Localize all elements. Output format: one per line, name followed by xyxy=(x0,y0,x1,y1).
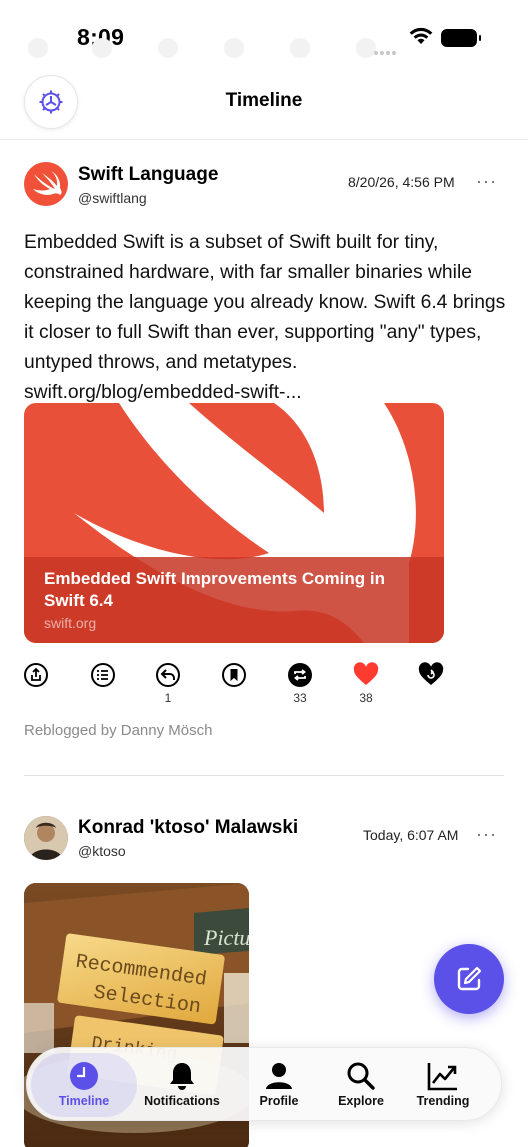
divider xyxy=(24,775,504,776)
favorite-count: 38 xyxy=(359,691,373,705)
page-title: Timeline xyxy=(225,90,303,111)
compose-button[interactable] xyxy=(434,944,504,1014)
tab-label: Timeline xyxy=(58,1094,110,1108)
navigation-bar: Timeline xyxy=(0,72,528,140)
post-date: Today, 6:07 AM xyxy=(363,827,459,843)
post-author[interactable]: Swift Language xyxy=(78,164,218,186)
wifi-icon xyxy=(409,27,433,44)
more-options-button[interactable]: ··· xyxy=(476,824,497,845)
link-preview-card[interactable]: Embedded Swift Improvements Coming in Sw… xyxy=(24,403,444,643)
boost-icon xyxy=(288,663,312,687)
person-icon xyxy=(266,1063,292,1089)
heart-icon xyxy=(353,662,379,685)
tab-notifications[interactable]: Notifications xyxy=(139,1053,225,1117)
tab-label: Trending xyxy=(416,1094,470,1108)
chart-trending-icon xyxy=(427,1063,457,1091)
bookmark-icon xyxy=(222,663,246,687)
more-options-button[interactable]: ··· xyxy=(476,171,497,192)
background-blur-dot xyxy=(290,38,310,58)
card-caption: Embedded Swift Improvements Coming in Sw… xyxy=(24,557,444,643)
background-blur-dot xyxy=(224,38,244,58)
background-blur-dot xyxy=(28,38,48,58)
bookmark-button[interactable] xyxy=(219,662,249,688)
background-blur-dot xyxy=(92,38,112,58)
status-bar: 8:09 xyxy=(0,0,528,70)
share-icon xyxy=(24,663,48,687)
bell-icon xyxy=(170,1063,194,1090)
photo-text-pictu: Pictu xyxy=(203,925,249,950)
battery-icon xyxy=(441,29,481,47)
share-button[interactable] xyxy=(21,662,51,688)
tab-trending[interactable]: Trending xyxy=(403,1053,483,1117)
post-handle[interactable]: @ktoso xyxy=(78,843,126,859)
tab-label: Profile xyxy=(259,1094,299,1108)
boost-button[interactable]: 33 xyxy=(285,662,315,705)
swift-logo-icon xyxy=(33,171,62,195)
reblogged-by[interactable]: Reblogged by Danny Mösch xyxy=(24,722,212,739)
list-button[interactable] xyxy=(88,662,118,688)
card-domain: swift.org xyxy=(44,615,97,631)
post-author[interactable]: Konrad 'ktoso' Malawski xyxy=(78,817,298,839)
boost-count: 33 xyxy=(293,691,307,705)
tab-explore[interactable]: Explore xyxy=(323,1053,399,1117)
reply-icon xyxy=(156,663,180,687)
post-actions: 1 33 38 xyxy=(0,662,528,706)
tab-label: Explore xyxy=(338,1094,384,1108)
post-text: Embedded Swift is a subset of Swift buil… xyxy=(24,232,506,403)
cellular-signal-icon xyxy=(374,42,398,60)
reply-button[interactable]: 1 xyxy=(153,662,183,705)
avatar[interactable] xyxy=(24,816,68,860)
tab-profile[interactable]: Profile xyxy=(241,1053,317,1117)
compose-icon xyxy=(457,966,482,991)
avatar[interactable] xyxy=(24,162,68,206)
post-date: 8/20/26, 4:56 PM xyxy=(348,174,455,190)
background-blur-dot xyxy=(356,38,376,58)
card-title: Embedded Swift Improvements Coming in Sw… xyxy=(44,569,385,610)
tab-label: Notifications xyxy=(144,1094,220,1108)
favorite-button[interactable]: 38 xyxy=(351,662,381,705)
background-blur-dot xyxy=(158,38,178,58)
clock-icon xyxy=(70,1062,98,1090)
heart-refresh-icon xyxy=(418,662,444,685)
post-handle[interactable]: @swiftlang xyxy=(78,190,147,206)
reply-count: 1 xyxy=(164,691,172,705)
person-photo-icon xyxy=(24,816,68,860)
tab-bar: Timeline Notifications Profile Explore T… xyxy=(26,1047,502,1121)
list-icon xyxy=(91,663,115,687)
react-button[interactable] xyxy=(416,662,446,688)
tab-timeline[interactable]: Timeline xyxy=(31,1053,137,1117)
search-icon xyxy=(347,1062,375,1090)
